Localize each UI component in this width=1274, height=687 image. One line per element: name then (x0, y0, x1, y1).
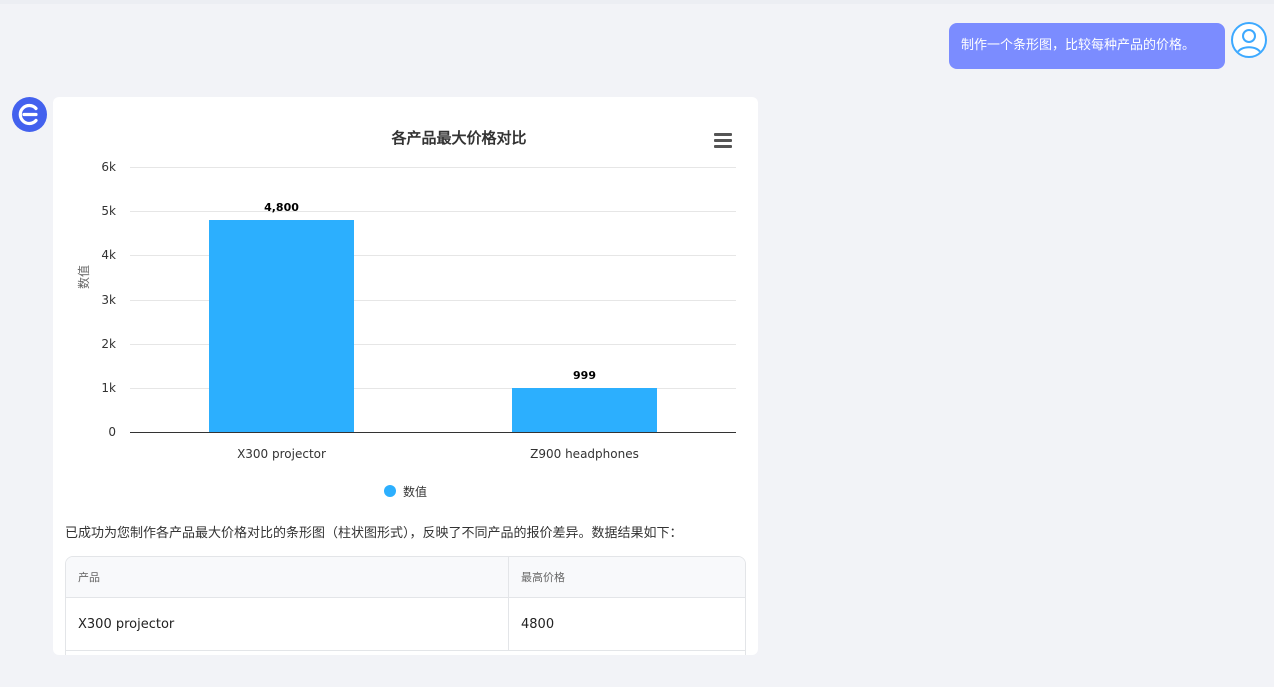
y-tick-label: 4k (101, 248, 116, 263)
bot-avatar (12, 97, 47, 132)
chart-bar[interactable] (512, 387, 657, 432)
bot-logo-icon (18, 103, 38, 126)
gridline (130, 167, 736, 168)
table-row: X300 projector 4800 (66, 598, 745, 651)
chart-legend-item[interactable]: 数值 (384, 482, 427, 500)
answer-text: 已成功为您制作各产品最大价格对比的条形图（柱状图形式），反映了不同产品的报价差异… (65, 526, 683, 541)
hamburger-menu-icon[interactable] (714, 133, 732, 149)
bar-data-label: 999 (573, 368, 596, 382)
y-tick-label: 3k (101, 292, 116, 307)
y-tick-label: 2k (101, 336, 116, 351)
chart-bar[interactable] (209, 220, 354, 432)
bar-data-label: 4,800 (264, 201, 299, 214)
y-tick-label: 1k (101, 380, 116, 395)
user-message-text: 制作一个条形图，比较每种产品的价格。 (961, 38, 1196, 53)
user-icon (1236, 29, 1262, 55)
y-tick-label: 5k (101, 204, 116, 219)
table-cell-product: X300 projector (66, 598, 509, 650)
y-tick-label: 0 (108, 425, 116, 439)
legend-label: 数值 (403, 484, 428, 499)
x-tick-label: Z900 headphones (530, 447, 639, 461)
chart-title: 各产品最大价格对比 (391, 129, 527, 147)
table-cell-price: 4800 (521, 616, 555, 632)
table-header-product: 产品 (66, 557, 509, 597)
table-header-max-price: 最高价格 (521, 571, 565, 584)
user-avatar[interactable] (1231, 22, 1267, 58)
y-tick-label: 6k (101, 160, 116, 174)
user-message-bubble: 制作一个条形图，比较每种产品的价格。 (949, 23, 1225, 69)
result-table: 产品 最高价格 X300 projector 4800 (65, 556, 746, 655)
top-strip (0, 0, 1274, 4)
x-axis-line (130, 432, 736, 433)
table-header-row: 产品 最高价格 (66, 557, 745, 598)
legend-marker (384, 485, 396, 497)
y-axis-title: 数值 (77, 264, 91, 289)
x-tick-label: X300 projector (237, 447, 326, 461)
answer-card: 各产品最大价格对比 数值 0 1k 2k 3k 4k 5k 6k 4,800 X300 proj… (53, 97, 758, 655)
